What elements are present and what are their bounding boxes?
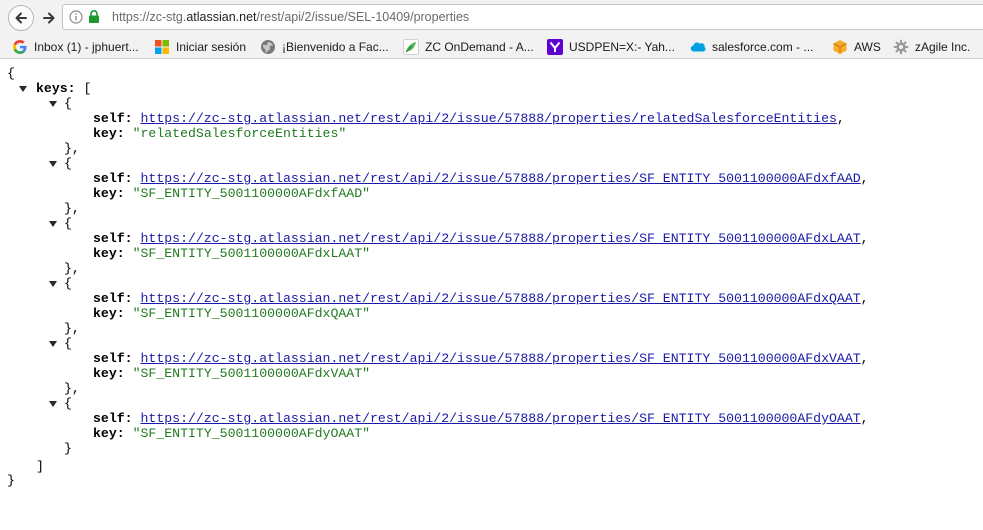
json-key-line: key: "SF_ENTITY_5001100000AFdxLAAT": [93, 246, 371, 261]
expand-toggle-icon[interactable]: [49, 401, 57, 407]
address-bar[interactable]: https://zc-stg.atlassian.net/rest/api/2/…: [62, 4, 983, 30]
bookmark-zc-ondemand[interactable]: ZC OnDemand - A...: [403, 38, 534, 55]
json-key-line: key: "SF_ENTITY_5001100000AFdxVAAT": [93, 366, 371, 381]
json-self-link[interactable]: https://zc-stg.atlassian.net/rest/api/2/…: [141, 291, 861, 306]
green-lock-icon[interactable]: [88, 9, 100, 24]
json-key-line: key: "SF_ENTITY_5001100000AFdyOAAT": [93, 426, 371, 441]
json-entry-open: {: [64, 396, 72, 411]
arrow-left-icon: [15, 12, 27, 24]
bookmark-label: Iniciar sesión: [176, 39, 247, 54]
json-self-link[interactable]: https://zc-stg.atlassian.net/rest/api/2/…: [141, 171, 861, 186]
json-entry-close: },: [64, 141, 80, 156]
json-array-close: ]: [36, 459, 44, 474]
json-self-label: self: [93, 291, 125, 306]
json-key-label: key: [93, 186, 117, 201]
json-key-value: SF_ENTITY_5001100000AFdxLAAT: [140, 246, 363, 261]
json-self-label: self: [93, 111, 125, 126]
zc-leaf-icon: [403, 38, 419, 55]
json-key-line: key: "SF_ENTITY_5001100000AFdxfAAD": [93, 186, 371, 201]
json-key-label: key: [93, 306, 117, 321]
browser-toolbar: https://zc-stg.atlassian.net/rest/api/2/…: [0, 0, 983, 34]
url-prefix: https://zc-stg.: [112, 10, 187, 24]
url-path: /rest/api/2/issue/SEL-10409/properties: [256, 10, 470, 24]
arrow-right-icon: [43, 12, 55, 24]
yahoo-y-icon: [547, 38, 563, 55]
json-entry-close: },: [64, 201, 80, 216]
gear-icon: [893, 39, 909, 54]
json-self-line: self: https://zc-stg.atlassian.net/rest/…: [93, 111, 845, 126]
json-self-link[interactable]: https://zc-stg.atlassian.net/rest/api/2/…: [141, 111, 837, 126]
json-root-key: keys: [36, 81, 68, 96]
bookmark-usdpen[interactable]: USDPEN=X:- Yah...: [547, 38, 675, 55]
bookmarks-bar: Inbox (1) - jphuert... Iniciar sesión ¡B…: [0, 34, 983, 59]
bookmark-label: USDPEN=X:- Yah...: [569, 39, 675, 54]
url-host: atlassian.net: [186, 10, 257, 24]
json-self-line: self: https://zc-stg.atlassian.net/rest/…: [93, 171, 869, 186]
url-text[interactable]: https://zc-stg.atlassian.net/rest/api/2/…: [112, 10, 469, 24]
json-self-link[interactable]: https://zc-stg.atlassian.net/rest/api/2/…: [141, 231, 861, 246]
json-self-line: self: https://zc-stg.atlassian.net/rest/…: [93, 411, 869, 426]
json-key-value: relatedSalesforceEntities: [140, 126, 339, 141]
json-entry-open: {: [64, 276, 72, 291]
expand-toggle-icon[interactable]: [49, 281, 57, 287]
expand-toggle-icon[interactable]: [49, 161, 57, 167]
json-entry-close: },: [64, 321, 80, 336]
back-button[interactable]: [8, 5, 34, 31]
expand-toggle-icon[interactable]: [49, 341, 57, 347]
json-self-label: self: [93, 231, 125, 246]
bookmark-label: Inbox (1) - jphuert...: [34, 39, 139, 54]
expand-toggle-icon[interactable]: [19, 86, 27, 92]
json-close-brace: }: [7, 473, 15, 488]
json-key-line: key: "SF_ENTITY_5001100000AFdxQAAT": [93, 306, 371, 321]
json-self-label: self: [93, 411, 125, 426]
expand-toggle-icon[interactable]: [49, 221, 57, 227]
json-keys-line: keys: [: [36, 81, 92, 96]
bookmark-label: zAgile Inc.: [915, 39, 971, 54]
microsoft-squares-icon: [155, 39, 169, 54]
json-key-value: SF_ENTITY_5001100000AFdxVAAT: [140, 366, 363, 381]
bookmark-label: ¡Bienvenido a Fac...: [282, 39, 389, 54]
bookmark-inbox[interactable]: Inbox (1) - jphuert...: [12, 38, 139, 55]
json-self-link[interactable]: https://zc-stg.atlassian.net/rest/api/2/…: [141, 351, 861, 366]
bookmark-label: AWS: [854, 39, 881, 54]
json-key-label: key: [93, 366, 117, 381]
json-key-value: SF_ENTITY_5001100000AFdyOAAT: [140, 426, 363, 441]
globe-icon: [261, 39, 275, 54]
json-open-brace: {: [7, 66, 15, 81]
json-key-label: key: [93, 426, 117, 441]
json-entry-open: {: [64, 96, 72, 111]
json-key-value: SF_ENTITY_5001100000AFdxQAAT: [140, 306, 363, 321]
json-entry-close: },: [64, 261, 80, 276]
json-key-label: key: [93, 246, 117, 261]
forward-button[interactable]: [38, 7, 60, 29]
json-self-link[interactable]: https://zc-stg.atlassian.net/rest/api/2/…: [141, 411, 861, 426]
bookmark-zagile[interactable]: zAgile Inc.: [893, 38, 970, 55]
aws-cube-icon: [833, 39, 847, 54]
bookmark-salesforce[interactable]: salesforce.com - ...: [690, 38, 813, 55]
json-self-label: self: [93, 351, 125, 366]
json-key-value: SF_ENTITY_5001100000AFdxfAAD: [140, 186, 363, 201]
json-viewer: { keys: [ { self: https://zc-stg.atlassi…: [0, 59, 983, 530]
json-self-line: self: https://zc-stg.atlassian.net/rest/…: [93, 351, 869, 366]
bookmark-aws[interactable]: AWS: [832, 38, 881, 55]
json-entry-close: },: [64, 381, 80, 396]
json-self-line: self: https://zc-stg.atlassian.net/rest/…: [93, 291, 869, 306]
bookmark-label: salesforce.com - ...: [712, 39, 814, 54]
json-self-line: self: https://zc-stg.atlassian.net/rest/…: [93, 231, 869, 246]
bookmark-iniciar-sesion[interactable]: Iniciar sesión: [154, 38, 246, 55]
json-entry-open: {: [64, 216, 72, 231]
json-entry-open: {: [64, 156, 72, 171]
salesforce-cloud-icon: [690, 41, 706, 52]
json-self-label: self: [93, 171, 125, 186]
expand-toggle-icon[interactable]: [49, 101, 57, 107]
json-entry-close: }: [64, 441, 72, 456]
json-key-label: key: [93, 126, 117, 141]
google-g-icon: [13, 39, 27, 54]
json-entry-open: {: [64, 336, 72, 351]
bookmark-bienvenido[interactable]: ¡Bienvenido a Fac...: [260, 38, 389, 55]
info-circle-icon[interactable]: [69, 10, 83, 24]
json-key-line: key: "relatedSalesforceEntities": [93, 126, 347, 141]
bookmark-label: ZC OnDemand - A...: [425, 39, 534, 54]
